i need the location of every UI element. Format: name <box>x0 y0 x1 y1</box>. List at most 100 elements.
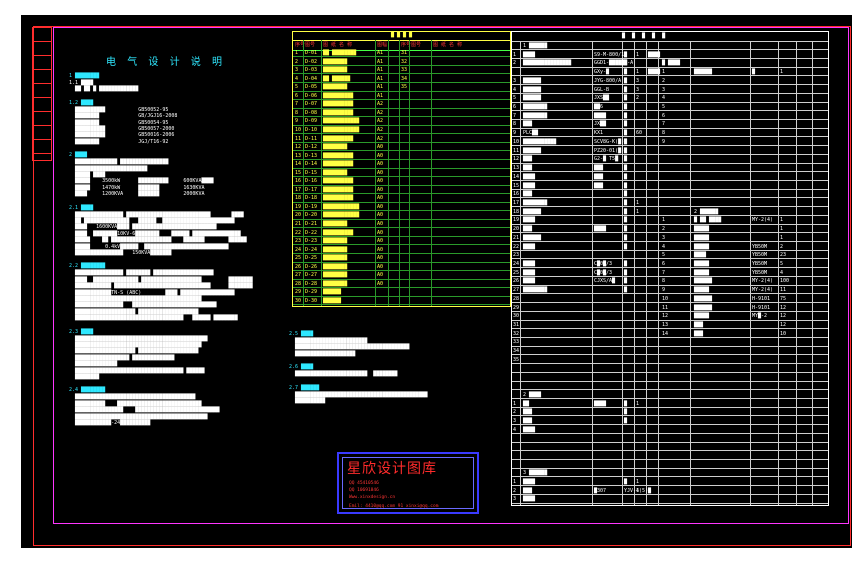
equipment-cell: ████ <box>648 51 661 58</box>
equipment-cell: ███ <box>523 191 533 198</box>
equipment-cell: 5 <box>780 261 784 267</box>
drawing-list-cell: 10 <box>295 126 302 133</box>
drawing-list-row: 21 D-21 ████████ A0 <box>293 221 510 229</box>
equipment-row: 32 14 ███ 10 <box>512 330 828 338</box>
equipment-cell: █ <box>624 130 628 137</box>
equipment-row: 2 ████████████████ GGD1-██████-A █ █ ████ <box>512 59 828 68</box>
notes-line: ████████████████ ████████ ██████████████… <box>69 270 214 277</box>
equipment-cell: H-9101 <box>752 295 771 302</box>
equipment-cell: ███ <box>694 322 704 329</box>
notes-line: █████ ██ ████████████████████ ███████ ██… <box>69 237 247 244</box>
drawing-list-cell: D-19 <box>305 203 318 210</box>
drawing-list-row: 26 D-26 ████████ A0 <box>293 263 510 272</box>
equipment-row: GXy-█ █ 1 ████ 1 ██████ █ 1 <box>512 68 828 77</box>
equipment-cell: YB50M <box>752 252 768 259</box>
equipment-cell: ████████ <box>523 112 548 119</box>
equipment-row: 1 ████ █ 1 <box>512 478 828 487</box>
drawing-list-cell: D-25 <box>305 255 318 262</box>
equipment-cell: ████████ <box>523 199 548 206</box>
drawing-list-cell: D-03 <box>305 67 318 74</box>
equipment-cell: ████████ <box>523 104 548 111</box>
drawing-list-cell: ████████ <box>323 169 348 176</box>
equipment-cell: MY-2(4) <box>752 287 774 294</box>
equipment-table-header: █ █ █ █ █ <box>512 32 828 42</box>
equipment-cell: 19 <box>513 217 520 224</box>
equipment-cell: 13 <box>662 322 669 329</box>
side-title-cell <box>33 112 51 126</box>
equipment-row: 31 13 ███ 12 <box>512 321 828 330</box>
watermark-title: 星欣设计图库 <box>347 461 437 477</box>
drawing-list-cell: ████████████ <box>323 126 360 133</box>
drawing-list-cell: D-26 <box>305 263 318 270</box>
drawing-list-cell: A1 <box>377 84 384 91</box>
equipment-row: 2 ███ █307 YJV-4(5) 1 █ <box>512 487 828 495</box>
equipment-cell: 3 <box>636 86 640 93</box>
equipment-cell: ████ <box>523 261 536 267</box>
notes-heading: 2.5 ████ <box>289 331 314 337</box>
equipment-cell: 6 <box>662 112 666 119</box>
equipment-row: 1 ██ ████ █ 1 <box>512 400 828 408</box>
equipment-cell: █ <box>648 487 652 494</box>
side-title-cell <box>33 70 51 84</box>
drawing-list-cell: A0 <box>377 229 384 236</box>
side-title-strip <box>32 27 52 161</box>
equipment-row <box>512 373 828 382</box>
watermark-line: Www.xinxdesign.cn <box>349 495 396 500</box>
equipment-cell: █ <box>624 165 628 172</box>
equipment-cell: 12 <box>513 156 520 163</box>
equipment-cell: 3 <box>513 417 517 424</box>
drawing-list-cell: D-27 <box>305 272 318 279</box>
equipment-cell: █ <box>624 138 628 145</box>
drawing-list-cell: D-01 <box>305 50 318 56</box>
equipment-cell: 8 <box>662 278 666 285</box>
notes-line: ██████████████ ████████████████ <box>69 159 169 166</box>
equipment-cell: ████ <box>523 173 536 180</box>
equipment-cell: ████ <box>523 479 536 485</box>
equipment-cell: 10 <box>513 138 520 145</box>
equipment-cell: JYG-800/A <box>594 77 622 84</box>
drawing-list-cell: 6 <box>295 92 299 99</box>
equipment-cell: █ <box>624 278 628 285</box>
notes-line: ████████ <box>69 374 100 380</box>
cad-viewport[interactable]: 电 气 设 计 说 明 █ █ █ █ 序号 图号图 纸 名 称图幅 序号 图号图 纸… <box>21 15 852 548</box>
equipment-row: 14 ████ ███ █ <box>512 173 828 181</box>
drawing-list-cell: D-15 <box>305 169 318 176</box>
drawing-list-cell: A0 <box>377 221 384 227</box>
equipment-cell: █ <box>624 147 628 154</box>
drawing-list-row: 9 D-09 ████████████ A2 <box>293 118 510 126</box>
drawing-list-cell: A0 <box>377 280 384 287</box>
drawing-list-cell: 22 <box>295 229 302 236</box>
drawing-list-cell: D-28 <box>305 280 318 287</box>
notes-line: ████████████████████ <box>289 350 356 357</box>
equipment-cell: ██████ <box>523 234 542 241</box>
notes-line: ██████████████████████████████████████ <box>289 344 410 351</box>
equipment-cell: 11 <box>780 287 787 294</box>
equipment-cell: 10 <box>662 295 669 302</box>
drawing-list-cell: 30 <box>295 297 302 304</box>
equipment-row: 3 ██████ <box>512 469 828 478</box>
drawing-list-cell: ██████████ <box>323 152 354 159</box>
drawing-list-cell: ████████ <box>323 144 348 151</box>
equipment-cell: ████ <box>523 182 536 189</box>
equipment-cell: 2 <box>513 487 517 494</box>
drawing-list-cell: ██████████ <box>323 229 354 236</box>
drawing-list-cell: A2 <box>377 135 384 142</box>
drawing-list-cell: ████████████ <box>323 212 360 219</box>
equipment-cell: ██████ <box>694 278 713 285</box>
equipment-cell: 2 <box>662 226 666 233</box>
notes-heading: 2.4 ████████ <box>69 387 106 394</box>
drawing-list-cell: D-10 <box>305 126 318 133</box>
drawing-list-cell: ██████████ <box>323 101 354 108</box>
drawing-list-cell: 7 <box>295 101 299 108</box>
drawing-list-row: 12 D-12 ████████ A0 <box>293 144 510 152</box>
notes-line: ████████████████████████ ████████ <box>289 371 398 378</box>
notes-line: █████ 0.4kV██████ ██████████████████████… <box>69 243 229 250</box>
notes-line: ████████ JGJ/T16-92 <box>69 138 169 145</box>
equipment-cell: 20 <box>513 226 520 233</box>
notes-line: ████████████████████████████████████████… <box>69 413 208 420</box>
equipment-row: 4 ██████ GGL-B █ 3 3 <box>512 86 828 94</box>
equipment-cell: 6 <box>662 261 666 267</box>
notes-line: ████████████ ███████████████████████████… <box>69 283 253 290</box>
equipment-cell: C█0█/3 <box>594 269 613 276</box>
equipment-cell: 18 <box>513 208 520 215</box>
